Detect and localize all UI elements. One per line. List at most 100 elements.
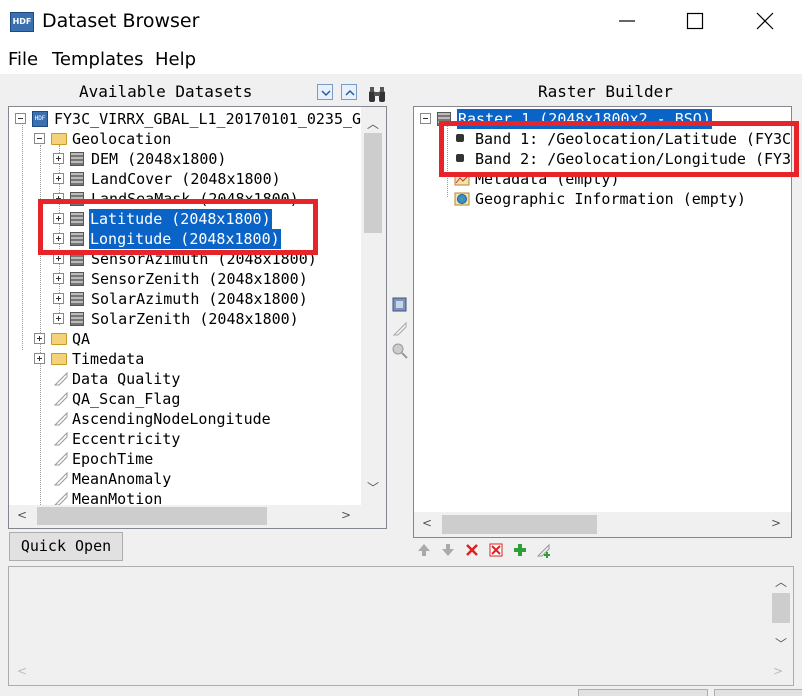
add-to-raster-button[interactable] [391,296,409,314]
scroll-thumb[interactable] [772,593,790,623]
available-datasets-tree[interactable]: HDF FY3C_VIRRX_GBAL_L1_20170101_0235_G G… [8,106,387,529]
add-attribute-button[interactable] [535,542,553,560]
scroll-thumb[interactable] [37,507,267,525]
maximize-icon [686,12,704,30]
expand-toggle[interactable] [34,333,45,344]
quick-open-button[interactable]: Quick Open [9,532,123,561]
scroll-left-arrow[interactable]: < [17,664,27,678]
magnifier-icon [392,343,408,359]
menu-help[interactable]: Help [155,49,196,70]
scroll-left-arrow[interactable]: < [422,516,432,530]
scroll-right-arrow[interactable]: > [773,664,783,678]
expand-toggle[interactable] [53,273,64,284]
scroll-up-arrow[interactable]: ︿ [367,115,379,132]
metadata-label: Metadata (empty) [475,170,620,188]
band-icon [456,154,464,162]
scroll-thumb[interactable] [442,515,597,534]
dataset-label-selected: Longitude (2048x1800) [89,229,281,249]
search-button[interactable] [391,342,409,360]
attribute-label: QA_Scan_Flag [72,390,181,408]
clear-all-icon [489,543,503,557]
scroll-left-arrow[interactable]: < [17,508,27,522]
pencil-tag-icon [392,321,407,336]
folder-icon [51,353,67,365]
dataset-icon [70,172,84,186]
menu-file[interactable]: File [8,49,38,70]
log-horizontal-scrollbar[interactable]: < > [9,659,793,685]
dataset-icon [70,312,84,326]
expand-toggle[interactable] [53,173,64,184]
scroll-down-arrow[interactable]: ﹀ [775,635,787,652]
bottom-button[interactable] [578,689,708,696]
scroll-right-arrow[interactable]: > [771,516,781,530]
tag-icon [53,371,68,386]
remove-all-button[interactable] [487,542,505,560]
attribute-label: EpochTime [72,450,154,468]
expand-toggle[interactable] [53,253,64,264]
dataset-icon [70,152,84,166]
menu-bar: File Templates Help [0,44,802,74]
available-datasets-title: Available Datasets [79,82,253,101]
tag-icon [53,411,68,426]
root-file-label: FY3C_VIRRX_GBAL_L1_20170101_0235_G [54,110,362,128]
menu-templates[interactable]: Templates [52,49,144,70]
expand-toggle[interactable] [53,153,64,164]
edit-button[interactable] [391,320,409,338]
title-bar: HDF Dataset Browser [0,0,802,44]
raster-builder-tree[interactable]: Raster 1 (2048x1800x2 - BSQ) Band 1: /Ge… [413,106,792,538]
folder-label: Timedata [72,350,145,368]
tag-icon [53,471,68,486]
dataset-label: SensorZenith (2048x1800) [91,270,308,288]
expand-toggle[interactable] [34,353,45,364]
metadata-icon [454,173,470,186]
window-title: Dataset Browser [42,10,200,32]
output-text-area[interactable]: ︿ ﹀ < > [8,566,794,686]
dataset-icon [70,272,84,286]
expand-toggle[interactable] [53,193,64,204]
move-up-button[interactable] [415,542,433,560]
dataset-label: DEM (2048x1800) [91,150,227,168]
maximize-button[interactable] [672,0,718,44]
find-button[interactable] [365,82,385,102]
dataset-icon [70,192,84,206]
raster-builder-title: Raster Builder [538,82,673,101]
move-down-button[interactable] [439,542,457,560]
folder-icon [51,333,67,345]
attribute-label: Eccentricity [72,430,181,448]
band-icon [456,134,464,142]
expand-toggle[interactable] [53,313,64,324]
bottom-button[interactable] [714,689,802,696]
add-dataset-icon [392,297,407,312]
attribute-label: AscendingNodeLongitude [72,410,271,428]
expand-all-button[interactable] [341,84,357,100]
scroll-down-arrow[interactable]: ﹀ [367,479,379,496]
dataset-label: SolarZenith (2048x1800) [91,310,299,328]
expand-toggle[interactable] [53,293,64,304]
close-button[interactable] [742,0,788,44]
collapse-toggle[interactable] [34,133,45,144]
attribute-label: Data Quality [72,370,181,388]
left-vertical-scrollbar[interactable]: ︿ ﹀ [361,107,386,505]
scroll-right-arrow[interactable]: > [341,508,351,522]
tree-guide-line [22,125,23,350]
raster-icon [437,112,451,126]
collapse-toggle[interactable] [15,113,26,124]
collapse-toggle[interactable] [420,113,431,124]
dataset-label: SensorAzimuth (2048x1800) [91,250,317,268]
left-horizontal-scrollbar[interactable]: < > [9,505,386,528]
right-horizontal-scrollbar[interactable]: < > [414,512,791,537]
band-label: Band 2: /Geolocation/Longitude (FY3 [475,150,792,168]
scroll-thumb[interactable] [364,133,382,233]
log-vertical-scrollbar[interactable]: ︿ ﹀ [769,567,793,659]
minimize-button[interactable] [604,0,650,44]
folder-label: QA [72,330,91,348]
folder-label: Geolocation [72,130,172,148]
collapse-all-button[interactable] [317,84,333,100]
red-x-icon [466,544,478,556]
expand-toggle[interactable] [53,213,64,224]
expand-toggle[interactable] [53,233,64,244]
remove-button[interactable] [463,542,481,560]
scroll-up-arrow[interactable]: ︿ [775,573,787,590]
add-button[interactable] [511,542,529,560]
chevron-down-icon [321,90,331,97]
